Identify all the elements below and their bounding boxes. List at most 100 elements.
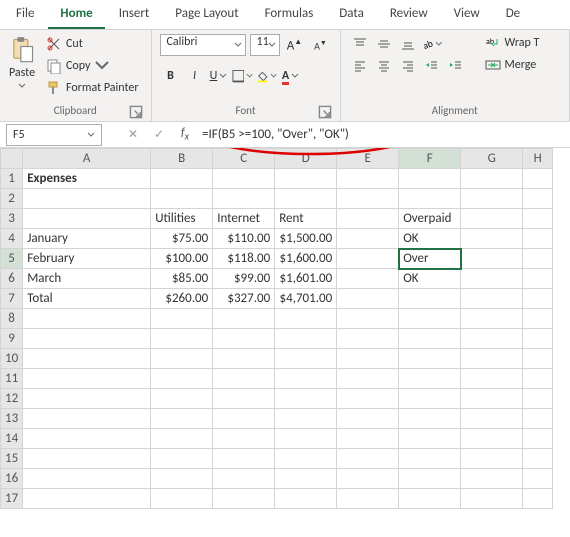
cell[interactable]: $1,500.00	[275, 229, 337, 249]
cell[interactable]	[337, 329, 399, 349]
cell[interactable]	[337, 289, 399, 309]
cell[interactable]	[23, 469, 151, 489]
cell[interactable]	[213, 169, 275, 189]
insert-function-button[interactable]: fx	[174, 124, 196, 146]
cell[interactable]	[275, 369, 337, 389]
border-button[interactable]	[232, 66, 254, 86]
row-header[interactable]: 9	[1, 329, 23, 349]
cell[interactable]	[151, 309, 213, 329]
bold-button[interactable]: B	[160, 66, 182, 86]
increase-indent-button[interactable]	[445, 56, 467, 76]
cell[interactable]	[337, 309, 399, 329]
cell[interactable]	[23, 349, 151, 369]
tab-home[interactable]: Home	[48, 2, 104, 29]
align-top-button[interactable]	[349, 34, 371, 54]
cell[interactable]	[275, 309, 337, 329]
tab-view[interactable]: View	[442, 2, 492, 29]
cell[interactable]	[23, 489, 151, 509]
cell[interactable]	[213, 409, 275, 429]
cell[interactable]	[399, 409, 461, 429]
copy-button[interactable]: Copy	[42, 56, 143, 76]
cell[interactable]	[151, 349, 213, 369]
cell[interactable]	[151, 409, 213, 429]
cell[interactable]: $110.00	[213, 229, 275, 249]
row-header[interactable]: 14	[1, 429, 23, 449]
cell[interactable]	[523, 209, 553, 229]
cell[interactable]	[275, 489, 337, 509]
cell[interactable]	[337, 369, 399, 389]
cell[interactable]	[23, 449, 151, 469]
col-header-H[interactable]: H	[523, 149, 553, 169]
cell[interactable]	[23, 309, 151, 329]
select-all-corner[interactable]	[1, 149, 23, 169]
cell[interactable]	[275, 449, 337, 469]
cell[interactable]	[151, 169, 213, 189]
font-name-select[interactable]: Calibri	[160, 34, 246, 56]
cell[interactable]	[275, 429, 337, 449]
cell[interactable]	[523, 389, 553, 409]
row-header[interactable]: 17	[1, 489, 23, 509]
row-header[interactable]: 12	[1, 389, 23, 409]
format-painter-button[interactable]: Format Painter	[42, 78, 143, 98]
row-header[interactable]: 1	[1, 169, 23, 189]
cell[interactable]: March	[23, 269, 151, 289]
cell[interactable]: Internet	[213, 209, 275, 229]
wrap-text-button[interactable]: ab Wrap T	[481, 34, 544, 52]
align-bottom-button[interactable]	[397, 34, 419, 54]
italic-button[interactable]: I	[184, 66, 206, 86]
cell[interactable]	[275, 189, 337, 209]
cell[interactable]	[523, 429, 553, 449]
cell[interactable]	[337, 489, 399, 509]
cell[interactable]	[523, 369, 553, 389]
cell[interactable]: $99.00	[213, 269, 275, 289]
cell[interactable]: $327.00	[213, 289, 275, 309]
align-middle-button[interactable]	[373, 34, 395, 54]
cell[interactable]	[151, 329, 213, 349]
col-header-D[interactable]: D	[275, 149, 337, 169]
row-header[interactable]: 6	[1, 269, 23, 289]
cell[interactable]	[461, 289, 523, 309]
cell[interactable]	[523, 169, 553, 189]
cell[interactable]	[399, 389, 461, 409]
cell[interactable]	[461, 309, 523, 329]
cell[interactable]	[151, 389, 213, 409]
decrease-font-button[interactable]: A▼	[310, 35, 332, 55]
cell[interactable]	[523, 289, 553, 309]
cell[interactable]: OK	[399, 269, 461, 289]
cell[interactable]: $100.00	[151, 249, 213, 269]
cell[interactable]	[23, 329, 151, 349]
cell[interactable]	[337, 209, 399, 229]
cell[interactable]	[461, 189, 523, 209]
cell[interactable]	[337, 169, 399, 189]
cell[interactable]	[275, 469, 337, 489]
decrease-indent-button[interactable]	[421, 56, 443, 76]
cell[interactable]	[213, 429, 275, 449]
cell[interactable]	[523, 489, 553, 509]
cell[interactable]: Utilities	[151, 209, 213, 229]
dialog-launcher-icon[interactable]	[129, 105, 143, 119]
merge-center-button[interactable]: Merge	[481, 56, 544, 74]
cell[interactable]	[461, 449, 523, 469]
cell[interactable]	[337, 429, 399, 449]
cell[interactable]	[399, 369, 461, 389]
row-header[interactable]: 7	[1, 289, 23, 309]
cell[interactable]	[213, 389, 275, 409]
cell[interactable]	[399, 489, 461, 509]
cell[interactable]	[461, 229, 523, 249]
cell[interactable]	[523, 249, 553, 269]
col-header-B[interactable]: B	[151, 149, 213, 169]
cell[interactable]	[213, 489, 275, 509]
cell[interactable]	[461, 389, 523, 409]
cell[interactable]	[399, 189, 461, 209]
cell[interactable]	[275, 169, 337, 189]
cell[interactable]: $85.00	[151, 269, 213, 289]
cell[interactable]	[213, 329, 275, 349]
cell[interactable]	[23, 189, 151, 209]
cell[interactable]: $118.00	[213, 249, 275, 269]
cell[interactable]	[399, 449, 461, 469]
cell[interactable]	[213, 309, 275, 329]
cut-button[interactable]: Cut	[42, 34, 143, 54]
cell[interactable]	[151, 429, 213, 449]
col-header-E[interactable]: E	[337, 149, 399, 169]
tab-page-layout[interactable]: Page Layout	[163, 2, 250, 29]
